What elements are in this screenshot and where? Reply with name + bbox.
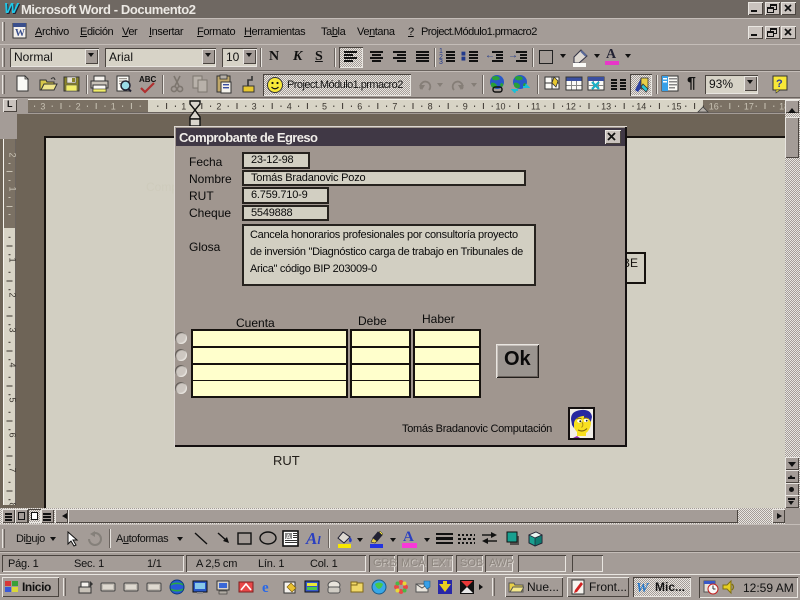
svg-text:4: 4	[287, 102, 292, 112]
svg-text:4: 4	[8, 362, 17, 367]
svg-text:17: 17	[744, 102, 754, 112]
svg-text:10: 10	[495, 102, 505, 112]
svg-text:ABC: ABC	[139, 75, 157, 84]
svg-text:1: 1	[181, 102, 186, 112]
svg-text:6: 6	[8, 432, 17, 437]
svg-text:8: 8	[428, 102, 433, 112]
svg-text:?: ?	[776, 78, 783, 90]
svg-text:9: 9	[463, 102, 468, 112]
svg-text:16: 16	[709, 102, 719, 112]
svg-text:A: A	[286, 534, 291, 541]
svg-text:2: 2	[8, 292, 17, 297]
svg-text:5: 5	[322, 102, 327, 112]
svg-text:12: 12	[566, 102, 576, 112]
svg-text:e: e	[262, 580, 269, 595]
svg-text:1: 1	[111, 102, 116, 112]
svg-text:6: 6	[357, 102, 362, 112]
svg-text:3: 3	[40, 102, 45, 112]
svg-text:2: 2	[76, 102, 81, 112]
svg-text:W: W	[15, 28, 25, 39]
svg-text:1: 1	[8, 186, 17, 191]
svg-text:7: 7	[8, 467, 17, 472]
svg-text:8: 8	[8, 502, 17, 505]
svg-text:2: 2	[8, 152, 17, 157]
svg-text:W: W	[636, 581, 650, 595]
svg-text:15: 15	[671, 102, 681, 112]
svg-text:3: 3	[8, 327, 17, 332]
svg-text:14: 14	[636, 102, 646, 112]
svg-text:2: 2	[216, 102, 221, 112]
svg-text:3: 3	[252, 102, 257, 112]
svg-text:11: 11	[531, 102, 540, 112]
svg-text:13: 13	[601, 102, 611, 112]
svg-text:1: 1	[8, 257, 17, 262]
svg-text:7: 7	[392, 102, 397, 112]
svg-text:5: 5	[8, 397, 17, 402]
